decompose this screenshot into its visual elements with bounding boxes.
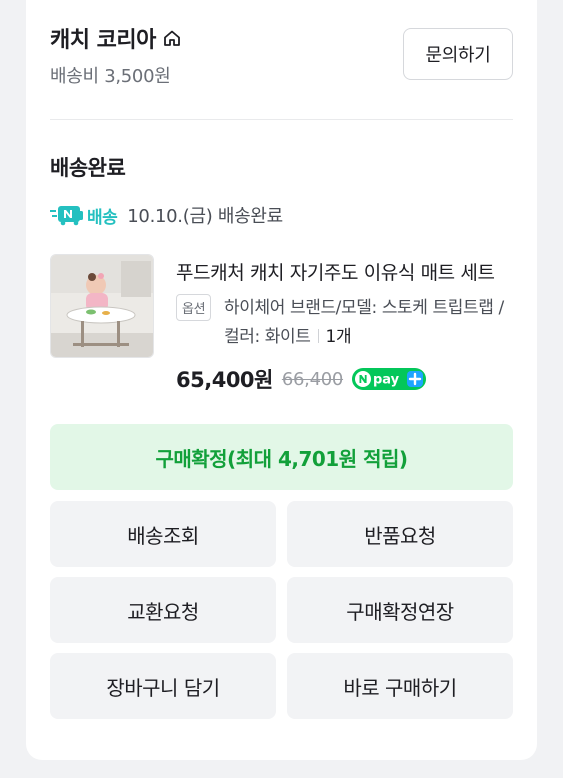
product-option: 하이체어 브랜드/모델: 스토케 트립트랩 / 컬러: 화이트 1개 <box>224 294 514 352</box>
purchase-confirm-button[interactable]: 구매확정(최대 4,701원 적립) <box>50 424 513 490</box>
delivery-date-status: 10.10.(금) 배송완료 <box>127 206 283 227</box>
naver-delivery-badge: 배송 <box>50 203 118 228</box>
product-price: 65,400원 <box>176 368 273 392</box>
order-status-title: 배송완료 <box>50 156 126 180</box>
buy-now-button[interactable]: 바로 구매하기 <box>287 653 513 719</box>
order-card: 캐치 코리아 배송비 3,500원 문의하기 배송완료 배송 10.10.(금)… <box>26 0 537 760</box>
add-to-cart-button[interactable]: 장바구니 담기 <box>50 653 276 719</box>
product-thumbnail[interactable] <box>50 254 154 358</box>
price-row: 65,400원 66,400 pay <box>176 364 427 394</box>
inquiry-button[interactable]: 문의하기 <box>403 28 513 80</box>
seller-name-label: 캐치 코리아 <box>50 28 156 53</box>
option-detail: 하이체어 브랜드/모델: 스토케 트립트랩 / 컬러: 화이트 <box>224 298 504 347</box>
return-request-button[interactable]: 반품요청 <box>287 501 513 567</box>
npay-label: pay <box>373 373 400 388</box>
npay-plus-icon: pay <box>352 368 427 390</box>
home-icon <box>163 30 180 46</box>
product-photo <box>51 255 153 357</box>
divider <box>50 119 513 120</box>
product-quantity: 1개 <box>325 327 352 347</box>
seller-header[interactable]: 캐치 코리아 <box>50 22 182 54</box>
separator <box>317 329 319 343</box>
product-name[interactable]: 푸드캐처 캐치 자기주도 이유식 매트 세트 <box>176 258 506 285</box>
track-delivery-button[interactable]: 배송조회 <box>50 501 276 567</box>
extend-confirm-button[interactable]: 구매확정연장 <box>287 577 513 643</box>
seller-name[interactable]: 캐치 코리아 <box>50 22 182 54</box>
delivery-info-row: 배송 10.10.(금) 배송완료 <box>50 202 283 228</box>
naver-delivery-truck-icon <box>50 206 83 226</box>
exchange-request-button[interactable]: 교환요청 <box>50 577 276 643</box>
delivery-badge-label: 배송 <box>87 207 118 228</box>
original-price: 66,400 <box>281 368 344 390</box>
shipping-fee: 배송비 3,500원 <box>50 66 171 87</box>
option-tag: 옵션 <box>176 294 212 321</box>
